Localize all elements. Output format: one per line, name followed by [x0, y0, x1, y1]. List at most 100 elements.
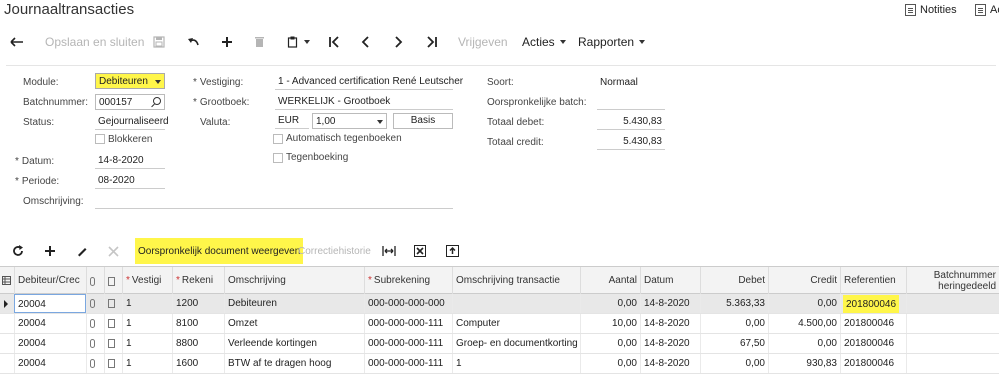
tegenboeking-checkbox[interactable] [273, 153, 283, 163]
cell-rekening[interactable]: 1200 [172, 294, 224, 313]
cell-note[interactable] [104, 354, 122, 373]
search-icon[interactable] [153, 97, 161, 105]
blokkeren-checkbox[interactable] [95, 134, 105, 144]
header-rekening[interactable]: * Rekeni [172, 267, 224, 294]
cell-omschr-trans[interactable]: Computer [452, 314, 580, 333]
header-omschrijving[interactable]: Omschrijving [224, 267, 364, 294]
periode-field[interactable]: 08-2020 [95, 173, 165, 189]
cell-omschr-trans[interactable] [452, 294, 580, 313]
table-row[interactable]: 20004 1 8800 Verleende kortingen 000-000… [0, 334, 999, 354]
cell-debiteur[interactable]: 20004 [14, 334, 86, 353]
cell-rekening[interactable]: 8100 [172, 314, 224, 333]
table-row[interactable]: 20004 1 8100 Omzet 000-000-000-111 Compu… [0, 314, 999, 334]
cell-debet[interactable]: 67,50 [700, 334, 768, 353]
undo-button[interactable] [187, 28, 200, 56]
cell-subrekening[interactable]: 000-000-000-111 [364, 314, 452, 333]
previous-record-button[interactable] [360, 28, 370, 56]
datum-field[interactable]: 14-8-2020 [95, 153, 165, 169]
last-record-button[interactable] [426, 28, 438, 56]
table-row[interactable]: 20004 1 1200 Debiteuren 000-000-000-000 … [0, 294, 999, 314]
cell-referentie[interactable]: 201800046 [840, 294, 906, 313]
cell-credit[interactable]: 0,00 [768, 334, 840, 353]
copy-paste-dropdown[interactable] [287, 28, 310, 56]
batchnummer-field[interactable]: 000157 [95, 94, 165, 110]
cell-note[interactable] [104, 334, 122, 353]
cell-attachment[interactable] [86, 334, 104, 353]
upload-button[interactable] [446, 238, 459, 264]
cell-attachment[interactable] [86, 354, 104, 373]
cell-omschrijving[interactable]: Omzet [224, 314, 364, 333]
header-attachment[interactable] [86, 267, 104, 294]
module-select[interactable]: Debiteuren [95, 73, 165, 89]
save-button[interactable] [153, 28, 165, 56]
first-record-button[interactable] [328, 28, 340, 56]
cell-subrekening[interactable]: 000-000-000-111 [364, 334, 452, 353]
header-note[interactable] [104, 267, 122, 294]
header-subrekening[interactable]: * Subrekening [364, 267, 452, 294]
back-button[interactable] [10, 28, 24, 56]
refresh-button[interactable] [12, 238, 24, 264]
cell-vestiging[interactable]: 1 [122, 314, 172, 333]
cell-subrekening[interactable]: 000-000-000-111 [364, 354, 452, 373]
valuta-field[interactable]: EUR [275, 113, 309, 129]
header-debiteur[interactable]: Debiteur/Crec [14, 267, 86, 294]
add-button[interactable] [221, 28, 233, 56]
cell-datum[interactable]: 14-8-2020 [640, 354, 700, 373]
cell-referentie[interactable]: 201800046 [840, 314, 906, 333]
add-row-button[interactable] [44, 238, 56, 264]
cell-attachment[interactable] [86, 314, 104, 333]
rate-select[interactable]: 1,00 [312, 113, 387, 129]
rapporten-menu[interactable]: Rapporten [578, 28, 646, 56]
grootboek-field[interactable]: WERKELIJK - Grootboek [275, 94, 453, 110]
table-row[interactable]: 20004 1 1600 BTW af te dragen hoog 000-0… [0, 354, 999, 374]
cell-vestiging[interactable]: 1 [122, 334, 172, 353]
cell-note[interactable] [104, 294, 122, 313]
cell-credit[interactable]: 930,83 [768, 354, 840, 373]
header-debet[interactable]: Debet [700, 267, 768, 294]
basis-button[interactable]: Basis [393, 113, 453, 129]
save-close-button[interactable]: Opslaan en sluiten [45, 28, 144, 56]
cell-omschrijving[interactable]: Debiteuren [224, 294, 364, 313]
orig-doc-button[interactable]: Oorspronkelijk document weergeven [135, 238, 304, 264]
cell-debet[interactable]: 0,00 [700, 314, 768, 333]
cell-rekening[interactable]: 1600 [172, 354, 224, 373]
export-excel-button[interactable] [414, 238, 426, 264]
cell-credit[interactable]: 4.500,00 [768, 314, 840, 333]
correctiehistorie-button[interactable]: Correctiehistorie [298, 238, 371, 264]
fit-columns-button[interactable] [382, 238, 396, 264]
header-datum[interactable]: Datum [640, 267, 700, 294]
cell-omschr-trans[interactable]: Groep- en documentkorting [452, 334, 580, 353]
auto-tegenboeken-checkbox[interactable] [273, 134, 283, 144]
vrijgeven-button[interactable]: Vrijgeven [458, 28, 508, 56]
notities-button[interactable]: Notities [905, 4, 957, 16]
cell-aantal[interactable]: 0,00 [580, 334, 640, 353]
cell-note[interactable] [104, 314, 122, 333]
cell-vestiging[interactable]: 1 [122, 354, 172, 373]
cell-aantal[interactable]: 0,00 [580, 294, 640, 313]
next-record-button[interactable] [394, 28, 404, 56]
cell-datum[interactable]: 14-8-2020 [640, 294, 700, 313]
header-aantal[interactable]: Aantal [580, 267, 640, 294]
cell-rekening[interactable]: 8800 [172, 334, 224, 353]
omschrijving-field[interactable] [95, 192, 453, 209]
cell-subrekening[interactable]: 000-000-000-000 [364, 294, 452, 313]
cell-attachment[interactable] [86, 294, 104, 313]
header-vestiging[interactable]: * Vestigi [122, 267, 172, 294]
header-omschr-trans[interactable]: Omschrijving transactie [452, 267, 580, 294]
cell-omschrijving[interactable]: Verleende kortingen [224, 334, 364, 353]
acties-menu[interactable]: Acties [522, 28, 566, 56]
cell-aantal[interactable]: 0,00 [580, 354, 640, 373]
cell-batch-her[interactable] [906, 294, 999, 313]
delete-button[interactable] [254, 28, 265, 56]
cell-debiteur[interactable]: 20004 [14, 294, 86, 313]
cell-debiteur[interactable]: 20004 [14, 354, 86, 373]
column-settings-icon[interactable] [0, 267, 14, 294]
cell-debet[interactable]: 5.363,33 [700, 294, 768, 313]
cell-debet[interactable]: 0,00 [700, 354, 768, 373]
vestiging-field[interactable]: 1 - Advanced certification René Leutsche… [275, 74, 463, 90]
edit-row-button[interactable] [76, 238, 88, 264]
cell-credit[interactable]: 0,00 [768, 294, 840, 313]
cell-omschrijving[interactable]: BTW af te dragen hoog [224, 354, 364, 373]
cell-batch-her[interactable] [906, 314, 999, 333]
cell-batch-her[interactable] [906, 354, 999, 373]
